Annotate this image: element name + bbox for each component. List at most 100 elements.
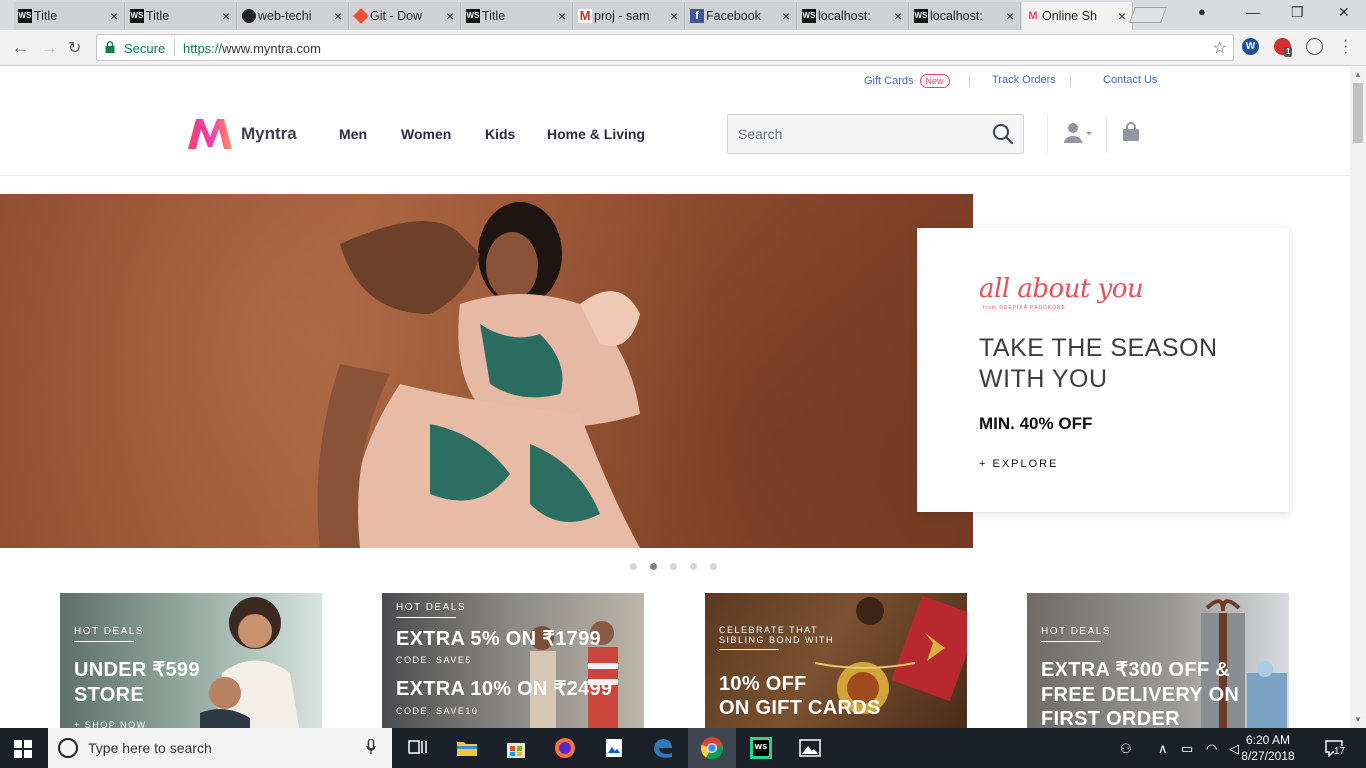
scroll-up-icon[interactable]: ▲	[1354, 70, 1362, 79]
close-icon[interactable]: ×	[782, 8, 790, 24]
address-bar[interactable]: Secure https://www.myntra.com ☆	[96, 34, 1234, 61]
shop-now-link[interactable]: + SHOP NOW	[74, 720, 147, 728]
page-scrollbar[interactable]: ▲ ▼	[1350, 67, 1366, 728]
deal-tile[interactable]: HOT DEALS EXTRA 5% ON ₹1799 CODE: SAVE5 …	[382, 593, 644, 728]
extension-adblock-icon[interactable]: 1	[1274, 38, 1293, 57]
close-icon[interactable]: ×	[1118, 8, 1126, 24]
reload-icon[interactable]: ↻	[68, 38, 81, 58]
taskbar-search-box[interactable]: Type here to search	[48, 728, 392, 768]
browser-tab[interactable]: f Facebook ×	[686, 2, 797, 30]
promo-offer: MIN. 40% OFF	[979, 414, 1093, 433]
photos-app-icon[interactable]	[602, 736, 626, 760]
notification-count: 17	[1334, 746, 1346, 757]
browser-tab[interactable]: WS localhost: ×	[798, 2, 909, 30]
deal-line2: ON GIFT CARDS	[719, 697, 881, 719]
notification-center-icon[interactable]: 17	[1325, 739, 1349, 757]
hero-banner-image[interactable]	[0, 194, 973, 548]
image-viewer-icon[interactable]	[798, 736, 822, 760]
profile-icon[interactable]: ●	[1198, 4, 1206, 19]
track-orders-link[interactable]: Track Orders	[992, 74, 1056, 86]
close-icon[interactable]: ×	[894, 8, 902, 24]
browser-tab[interactable]: WS Title ×	[14, 2, 125, 30]
search-box[interactable]	[727, 114, 1024, 154]
nav-kids[interactable]: Kids	[485, 126, 515, 142]
promo-script-subtitle: from DEEPIKA PADUKONE	[983, 305, 1066, 311]
deal-tile[interactable]: HOT DEALS UNDER ₹599 STORE + SHOP NOW	[60, 593, 322, 728]
nav-men[interactable]: Men	[339, 126, 367, 142]
myntra-logo-icon[interactable]	[186, 115, 234, 151]
task-view-icon[interactable]	[406, 736, 430, 760]
model-figure-illustration	[317, 202, 640, 548]
store-icon[interactable]	[504, 736, 528, 760]
edge-icon[interactable]	[651, 736, 675, 760]
carousel-dot[interactable]	[630, 563, 637, 570]
scroll-thumb[interactable]	[1353, 83, 1363, 143]
svg-text:WS: WS	[755, 743, 768, 751]
scroll-down-icon[interactable]: ▼	[1354, 715, 1362, 724]
browser-toolbar: ← → ↻ Secure https://www.myntra.com ☆ W …	[0, 30, 1366, 66]
people-icon[interactable]: ⚇	[1120, 741, 1132, 757]
browser-tab[interactable]: M proj - sam ×	[574, 2, 685, 30]
microphone-icon[interactable]	[366, 739, 376, 755]
battery-icon[interactable]: ▭	[1181, 741, 1193, 757]
speedometer-icon[interactable]	[1306, 38, 1323, 55]
link-divider	[1070, 75, 1071, 86]
browser-tab[interactable]: web-techi ×	[238, 2, 349, 30]
close-icon[interactable]: ×	[1006, 8, 1014, 24]
gift-cards-link[interactable]: Gift Cards New	[864, 74, 950, 88]
bookmark-star-icon[interactable]: ☆	[1213, 38, 1227, 58]
carousel-dot[interactable]	[710, 563, 717, 570]
nav-home-living[interactable]: Home & Living	[547, 126, 645, 142]
deal-line1: UNDER ₹599	[74, 659, 200, 681]
forward-icon[interactable]: →	[41, 38, 58, 58]
secure-label: Secure	[124, 41, 166, 56]
chrome-icon[interactable]	[700, 736, 724, 760]
browser-tab[interactable]: Git - Dow ×	[350, 2, 461, 30]
close-icon[interactable]: ×	[446, 8, 454, 24]
deal-tag: HOT DEALS	[396, 602, 466, 613]
browser-tab[interactable]: WS Title ×	[462, 2, 573, 30]
deal-rule	[1041, 641, 1101, 642]
close-icon[interactable]: ×	[110, 8, 118, 24]
promo-card[interactable]: all about you from DEEPIKA PADUKONE TAKE…	[917, 228, 1289, 512]
extension-w-icon[interactable]: W	[1242, 38, 1259, 55]
window-close-icon[interactable]: ✕	[1338, 4, 1350, 21]
url-protocol: https://	[183, 41, 223, 56]
deal-tile[interactable]: CELEBRATE THAT SIBLING BOND WITH 10% OFF…	[705, 593, 967, 728]
nav-women[interactable]: Women	[401, 126, 451, 142]
browser-tab[interactable]: WS Title ×	[126, 2, 237, 30]
search-input[interactable]	[738, 124, 978, 144]
explore-link[interactable]: + EXPLORE	[979, 458, 1058, 470]
brand-name[interactable]: Myntra	[241, 124, 297, 144]
deal-line1: 10% OFF	[719, 673, 807, 695]
carousel-dot[interactable]	[670, 563, 677, 570]
browser-tab-strip: WS Title × WS Title × web-techi × Git - …	[0, 0, 1366, 30]
carousel-dot-active[interactable]	[650, 563, 657, 570]
taskbar-clock[interactable]: 6:20 AM 8/27/2018	[1228, 732, 1308, 764]
search-icon[interactable]	[992, 123, 1014, 145]
chevron-up-icon[interactable]: ∧	[1158, 741, 1168, 757]
user-icon[interactable]	[1063, 122, 1093, 144]
webstorm-taskbar-icon[interactable]: WS	[749, 736, 773, 760]
close-icon[interactable]: ×	[222, 8, 230, 24]
deal-tile[interactable]: HOT DEALS EXTRA ₹300 OFF & FREE DELIVERY…	[1027, 593, 1289, 728]
back-icon[interactable]: ←	[12, 38, 29, 58]
windows-start-icon[interactable]	[14, 740, 32, 758]
browser-tab[interactable]: WS localhost: ×	[910, 2, 1021, 30]
carousel-dot[interactable]	[690, 563, 697, 570]
close-icon[interactable]: ×	[334, 8, 342, 24]
close-icon[interactable]: ×	[670, 8, 678, 24]
restore-icon[interactable]: ❐	[1291, 4, 1304, 21]
tab-title: Online Sh	[1042, 9, 1097, 23]
minimize-icon[interactable]: —	[1246, 4, 1260, 20]
firefox-icon[interactable]	[553, 736, 577, 760]
deal-code1: CODE: SAVE5	[396, 655, 472, 665]
close-icon[interactable]: ×	[558, 8, 566, 24]
file-explorer-icon[interactable]	[455, 736, 479, 760]
contact-us-link[interactable]: Contact Us	[1103, 74, 1157, 86]
browser-tab-active[interactable]: M Online Sh ×	[1022, 2, 1133, 30]
menu-dots-icon[interactable]: · · ·	[1343, 33, 1348, 61]
new-tab-button[interactable]	[1129, 7, 1167, 23]
wifi-icon[interactable]: ◠	[1206, 741, 1217, 757]
shopping-bag-icon[interactable]	[1122, 122, 1140, 142]
